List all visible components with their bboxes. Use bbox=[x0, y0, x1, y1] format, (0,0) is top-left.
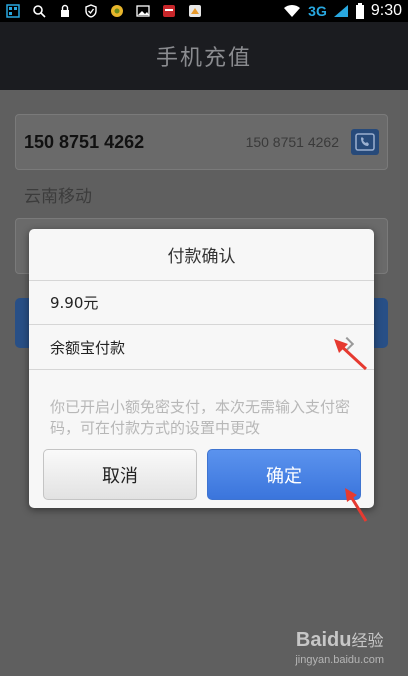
dialog-title: 付款确认 bbox=[29, 229, 374, 281]
watermark-logo: Baidu经验 bbox=[295, 629, 384, 651]
watermark-url: jingyan.baidu.com bbox=[295, 654, 384, 666]
page-title: 手机充值 bbox=[155, 46, 252, 71]
app-grid-icon bbox=[6, 4, 20, 18]
news-app-icon bbox=[163, 5, 175, 17]
phone-number-hint: 150 8751 4262 bbox=[245, 134, 339, 150]
payment-method-row[interactable]: 余额宝付款 bbox=[29, 325, 374, 370]
image-icon bbox=[136, 5, 150, 17]
amount-value: 9.90元 bbox=[50, 294, 99, 312]
network-type: 3G bbox=[308, 3, 327, 19]
battery-icon bbox=[355, 3, 364, 19]
lock-icon bbox=[61, 4, 69, 17]
cancel-button[interactable]: 取消 bbox=[43, 449, 197, 500]
tools-app-icon bbox=[189, 5, 201, 17]
contact-book-icon[interactable] bbox=[351, 129, 379, 155]
payment-confirm-dialog: 付款确认 9.90元 余额宝付款 你已开启小额免密支付，本次无需输入支付密码，可… bbox=[29, 229, 374, 508]
signal-icon bbox=[333, 5, 348, 17]
payment-amount: 9.90元 bbox=[29, 281, 374, 325]
payment-method-label: 余额宝付款 bbox=[50, 338, 126, 357]
status-bar: 3G 9:30 bbox=[0, 0, 408, 22]
confirm-button[interactable]: 确定 bbox=[207, 449, 361, 500]
status-time: 9:30 bbox=[370, 2, 402, 19]
phone-number-field[interactable]: 150 8751 4262 150 8751 4262 bbox=[15, 114, 388, 170]
carrier-label: 云南移动 bbox=[24, 187, 92, 207]
baidu-jingyan-watermark: Baidu经验 jingyan.baidu.com bbox=[295, 627, 384, 666]
shield-icon bbox=[85, 4, 97, 18]
dialog-buttons: 取消 确定 bbox=[43, 449, 361, 501]
chevron-right-icon bbox=[339, 336, 355, 352]
wifi-icon bbox=[284, 4, 301, 18]
app-badge-icon bbox=[111, 5, 123, 17]
phone-number-value: 150 8751 4262 bbox=[24, 131, 145, 152]
small-payment-notice: 你已开启小额免密支付，本次无需输入支付密码，可在付款方式的设置中更改 bbox=[50, 398, 351, 437]
app-header: 手机充值 bbox=[0, 22, 408, 90]
search-icon bbox=[33, 5, 46, 18]
